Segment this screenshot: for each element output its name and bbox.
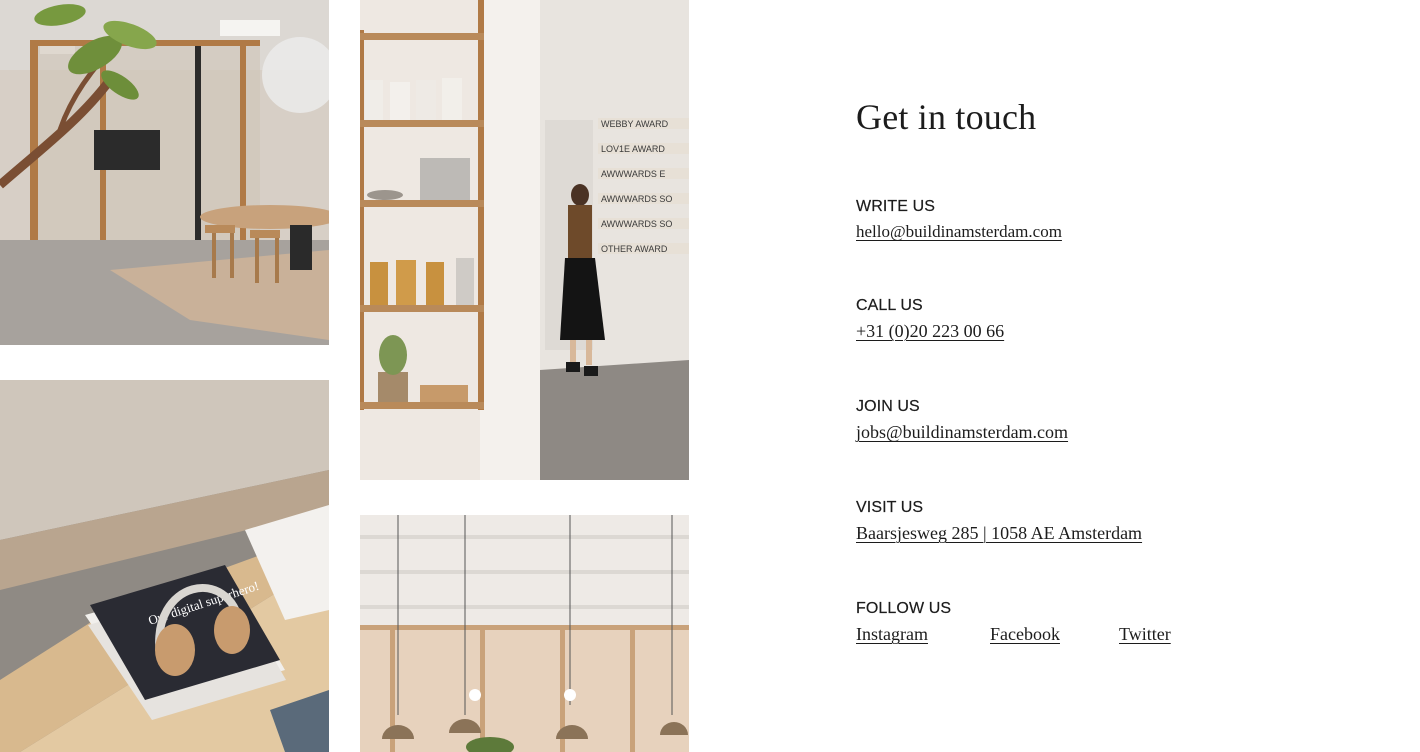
facebook-link[interactable]: Facebook (990, 624, 1119, 645)
twitter-link[interactable]: Twitter (1119, 624, 1171, 645)
follow-us-section: FOLLOW US Instagram Facebook Twitter (856, 600, 1171, 645)
follow-us-label: FOLLOW US (856, 600, 952, 617)
jobs-email-link[interactable]: jobs@buildinamsterdam.com (856, 422, 1068, 443)
award-plaque: WEBBY AWARD (601, 119, 669, 129)
coffee-table-headphones-photo: Our digital superhero! (0, 380, 329, 752)
join-us-section: JOIN US jobs@buildinamsterdam.com (856, 398, 1068, 443)
award-plaque: OTHER AWARD (601, 244, 668, 254)
phone-link[interactable]: +31 (0)20 223 00 66 (856, 321, 1004, 342)
award-plaque: AWWWARDS SO (601, 219, 672, 229)
call-us-section: CALL US +31 (0)20 223 00 66 (856, 297, 1004, 342)
award-plaque: AWWWARDS E (601, 169, 665, 179)
write-us-section: WRITE US hello@buildinamsterdam.com (856, 198, 1062, 242)
shelf-and-awards-wall-photo: WEBBY AWARD LOV1E AWARD AWWWARDS E AWWWA… (360, 0, 689, 480)
social-links: Instagram Facebook Twitter (856, 624, 1171, 645)
call-us-label: CALL US (856, 297, 923, 314)
email-link[interactable]: hello@buildinamsterdam.com (856, 222, 1062, 242)
visit-us-section: VISIT US Baarsjesweg 285 | 1058 AE Amste… (856, 499, 1142, 544)
pendant-lights-photo (360, 515, 689, 752)
write-us-label: WRITE US (856, 198, 936, 215)
instagram-link[interactable]: Instagram (856, 624, 990, 645)
page-title: Get in touch (856, 97, 1037, 137)
join-us-label: JOIN US (856, 398, 920, 415)
address-link[interactable]: Baarsjesweg 285 | 1058 AE Amsterdam (856, 523, 1142, 544)
award-plaque: AWWWARDS SO (601, 194, 672, 204)
award-plaque: LOV1E AWARD (601, 144, 665, 154)
office-meeting-room-photo (0, 0, 329, 345)
visit-us-label: VISIT US (856, 499, 924, 516)
